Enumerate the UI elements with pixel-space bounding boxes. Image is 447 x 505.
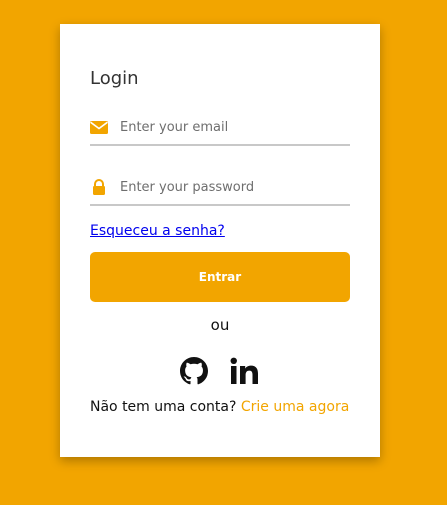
envelope-icon <box>90 121 108 134</box>
email-field-wrapper <box>90 114 350 146</box>
signup-row: Não tem uma conta? Crie uma agora <box>90 399 349 415</box>
or-divider-label: ou <box>210 316 230 334</box>
github-icon[interactable] <box>180 357 208 385</box>
linkedin-icon[interactable] <box>230 357 260 385</box>
password-field-wrapper <box>90 174 350 206</box>
forgot-password-link[interactable]: Esqueceu a senha? <box>90 223 225 239</box>
email-input[interactable] <box>120 114 348 140</box>
signup-prompt: Não tem uma conta? <box>90 399 237 415</box>
login-title: Login <box>90 68 139 89</box>
login-card: Login Esqueceu a senha? Entrar ou Não te… <box>60 24 380 457</box>
social-login-row <box>60 357 380 387</box>
signup-link[interactable]: Crie uma agora <box>241 399 349 415</box>
lock-icon <box>93 179 105 195</box>
password-input[interactable] <box>120 174 348 200</box>
login-submit-button[interactable]: Entrar <box>90 252 350 302</box>
